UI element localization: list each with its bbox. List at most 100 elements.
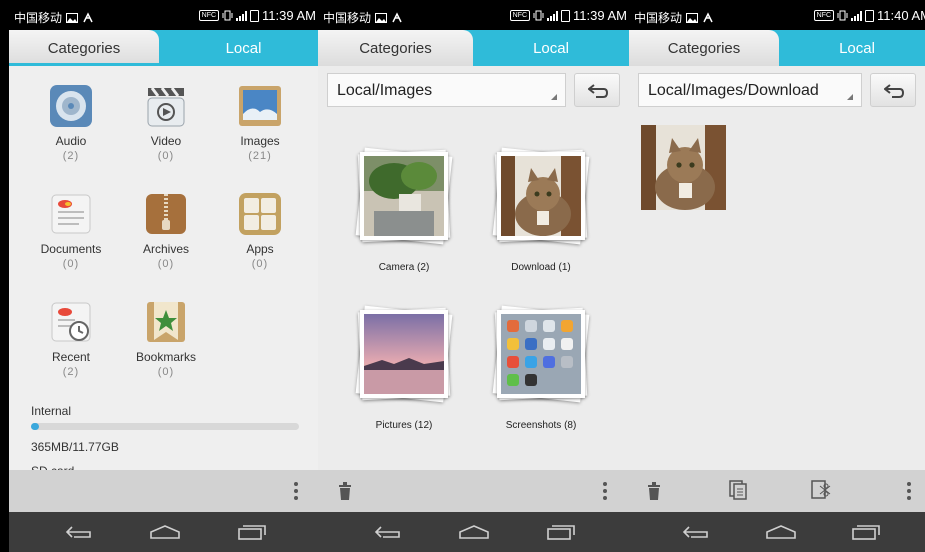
screen-local-download: 中国移动 NFC 11:40 AM Categories Local Local… — [629, 0, 925, 552]
folder-camera[interactable]: Camera (2) — [344, 147, 464, 273]
plant-photo — [364, 156, 444, 236]
clock: 11:40 AM — [877, 8, 925, 23]
folder-screenshots[interactable]: Screenshots (8) — [481, 305, 601, 431]
path-field[interactable]: Local/Images/Download — [638, 73, 862, 107]
homescreen-photo — [501, 314, 581, 394]
category-name: Video — [150, 134, 182, 148]
image-notification-icon — [686, 12, 699, 23]
video-clapper-icon — [144, 84, 188, 128]
folder-label: Download (1) — [511, 262, 571, 273]
image-notification-icon — [375, 12, 388, 23]
folder-thumbnail — [355, 147, 453, 245]
tab-bar: Categories Local — [629, 30, 925, 66]
category-name: Recent — [51, 350, 91, 364]
delete-icon[interactable] — [338, 482, 352, 500]
signal-icon — [547, 10, 559, 21]
category-name: Documents — [40, 242, 102, 256]
tab-bar: Categories Local — [9, 30, 318, 66]
nfc-icon: NFC — [509, 10, 531, 21]
internal-storage-used: 365MB/11.77GB — [31, 440, 119, 454]
category-name: Archives — [142, 242, 189, 256]
battery-icon — [250, 9, 260, 22]
overflow-menu-icon[interactable] — [603, 482, 607, 500]
internal-storage-label: Internal — [31, 404, 72, 418]
folder-thumbnail — [355, 305, 453, 403]
carrier-label: 中国移动 — [634, 11, 683, 25]
path-field[interactable]: Local/Images — [327, 73, 566, 107]
category-count: (0) — [157, 150, 175, 162]
home-icon[interactable] — [458, 524, 490, 540]
vibrate-icon — [533, 10, 544, 21]
recents-icon[interactable] — [546, 524, 576, 540]
folder-label: Screenshots (8) — [505, 420, 577, 431]
category-documents[interactable]: Documents (0) — [21, 192, 121, 270]
folder-label: Pictures (12) — [375, 420, 433, 431]
path-text: Local/Images — [337, 82, 433, 99]
delete-icon[interactable] — [647, 482, 661, 500]
overflow-menu-icon[interactable] — [907, 482, 911, 500]
category-images[interactable]: Images (21) — [210, 84, 310, 162]
image-notification-icon — [66, 12, 79, 23]
status-bar: 中国移动 NFC 11:39 AM — [9, 0, 318, 30]
tab-categories[interactable]: Categories — [9, 30, 159, 66]
category-count: (0) — [62, 258, 80, 270]
carrier-label: 中国移动 — [323, 11, 372, 25]
category-count: (21) — [248, 150, 272, 162]
carrier-label: 中国移动 — [14, 11, 63, 25]
action-bar — [318, 470, 629, 512]
nfc-icon: NFC — [813, 10, 835, 21]
audio-disc-icon — [49, 84, 93, 128]
up-level-button[interactable] — [870, 73, 916, 107]
internal-storage-bar — [31, 423, 299, 430]
battery-icon — [561, 9, 571, 22]
copy-icon[interactable] — [729, 480, 747, 500]
back-icon[interactable] — [373, 524, 403, 540]
image-file-thumbnail[interactable] — [641, 125, 726, 210]
category-audio[interactable]: Audio (2) — [21, 84, 121, 162]
return-arrow-icon — [588, 84, 608, 98]
category-apps[interactable]: Apps (0) — [210, 192, 310, 270]
tab-local[interactable]: Local — [473, 30, 629, 66]
category-recent[interactable]: Recent (2) — [21, 300, 121, 378]
home-icon[interactable] — [149, 524, 181, 540]
tab-categories[interactable]: Categories — [629, 30, 779, 66]
category-count: (2) — [62, 150, 80, 162]
back-icon[interactable] — [64, 524, 94, 540]
path-row: Local/Images — [327, 73, 620, 107]
archives-zipper-icon — [144, 192, 188, 236]
dropdown-corner-icon — [551, 94, 557, 100]
vibrate-icon — [837, 10, 848, 21]
category-name: Apps — [246, 242, 274, 256]
tab-local[interactable]: Local — [169, 30, 318, 66]
category-archives[interactable]: Archives (0) — [116, 192, 216, 270]
screen-categories: 中国移动 NFC 11:39 AM Categories Local Audio… — [9, 0, 318, 552]
category-count: (0) — [157, 258, 175, 270]
tab-categories[interactable]: Categories — [318, 30, 473, 66]
internal-storage-fill — [31, 423, 40, 430]
action-bar — [9, 470, 318, 512]
cut-icon[interactable] — [811, 480, 831, 500]
folder-pictures[interactable]: Pictures (12) — [344, 305, 464, 431]
tab-local[interactable]: Local — [779, 30, 925, 66]
categories-grid: Audio (2) Video (0) Images (21) Document… — [9, 66, 318, 472]
folder-download[interactable]: Download (1) — [481, 147, 601, 273]
category-bookmarks[interactable]: Bookmarks (0) — [116, 300, 216, 378]
overflow-menu-icon[interactable] — [294, 482, 298, 500]
action-bar — [629, 470, 925, 512]
folder-thumbnail — [492, 305, 590, 403]
back-icon[interactable] — [681, 524, 711, 540]
usb-debug-icon — [391, 12, 403, 23]
category-count: (2) — [62, 366, 80, 378]
home-icon[interactable] — [765, 524, 797, 540]
dropdown-corner-icon — [847, 94, 853, 100]
category-video[interactable]: Video (0) — [116, 84, 216, 162]
nav-bar — [318, 512, 629, 552]
signal-icon — [236, 10, 248, 21]
usb-debug-icon — [702, 12, 714, 23]
recents-icon[interactable] — [237, 524, 267, 540]
recents-icon[interactable] — [851, 524, 881, 540]
up-level-button[interactable] — [574, 73, 620, 107]
category-name: Bookmarks — [135, 350, 197, 364]
path-row: Local/Images/Download — [638, 73, 916, 107]
vibrate-icon — [222, 10, 233, 21]
